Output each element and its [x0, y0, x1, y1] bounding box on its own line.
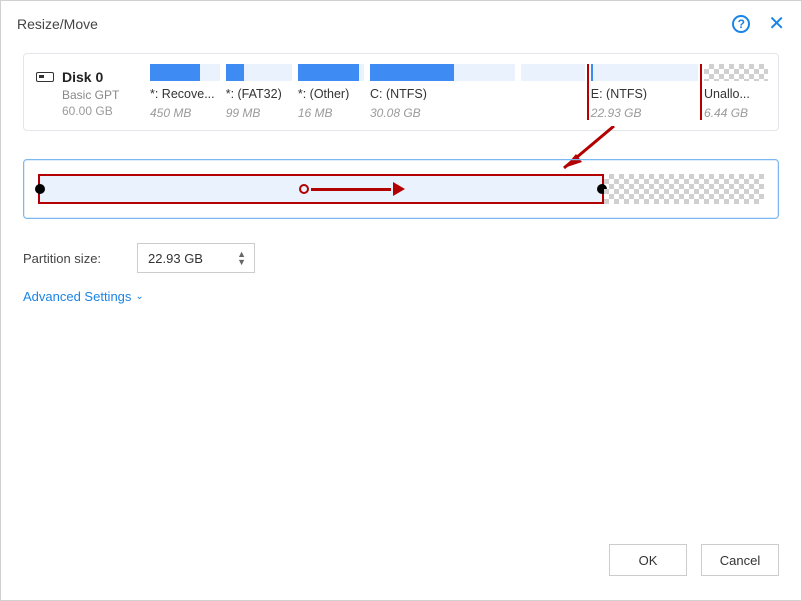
advanced-settings-toggle[interactable]: Advanced Settings ⌄: [23, 289, 779, 304]
partition-recovery[interactable]: *: Recove... 450 MB: [150, 64, 220, 120]
partition-size: 22.93 GB: [591, 106, 698, 120]
partition-size: 16 MB: [298, 106, 364, 120]
partition-gap: . .: [521, 64, 585, 120]
cancel-button[interactable]: Cancel: [701, 544, 779, 576]
annotation-extend-arrow-icon: [299, 182, 405, 196]
resize-slider-area: [23, 159, 779, 219]
partition-label: C: (NTFS): [370, 87, 515, 100]
resize-handle-left[interactable]: [35, 184, 45, 194]
close-icon[interactable]: ✕: [768, 14, 785, 34]
partition-label: Unallo...: [704, 87, 768, 100]
resize-selected-region[interactable]: [38, 174, 604, 204]
help-icon[interactable]: ?: [732, 15, 750, 33]
partition-label: *: (Other): [298, 87, 364, 100]
disk-type: Basic GPT: [62, 87, 119, 103]
partition-label: E: (NTFS): [591, 87, 698, 100]
disk-text: Disk 0 Basic GPT 60.00 GB: [62, 68, 119, 119]
stepper-down-icon[interactable]: ▼: [235, 258, 248, 266]
partition-label: *: (FAT32): [226, 87, 292, 100]
disk-total-size: 60.00 GB: [62, 103, 119, 119]
content-area: Disk 0 Basic GPT 60.00 GB *: Recove... 4…: [1, 47, 801, 538]
partition-unallocated[interactable]: Unallo... 6.44 GB: [704, 64, 768, 120]
partition-other[interactable]: *: (Other) 16 MB: [298, 64, 364, 120]
disk-icon: [36, 72, 54, 82]
disk-name: Disk 0: [62, 68, 119, 87]
resize-track[interactable]: [38, 174, 764, 204]
dialog-title: Resize/Move: [17, 16, 98, 32]
disk-info: Disk 0 Basic GPT 60.00 GB: [34, 64, 144, 120]
titlebar: Resize/Move ? ✕: [1, 1, 801, 47]
partition-size-stepper[interactable]: ▲ ▼: [137, 243, 255, 273]
ok-button[interactable]: OK: [609, 544, 687, 576]
chevron-down-icon: ⌄: [135, 291, 143, 302]
stepper-buttons: ▲ ▼: [235, 250, 248, 267]
resize-move-dialog: Resize/Move ? ✕ Disk 0 Basic GPT 60.00 G…: [0, 0, 802, 601]
partition-size: 99 MB: [226, 106, 292, 120]
partition-list: *: Recove... 450 MB *: (FAT32) 99 MB *: …: [150, 64, 768, 120]
partition-fat32[interactable]: *: (FAT32) 99 MB: [226, 64, 292, 120]
dialog-footer: OK Cancel: [1, 538, 801, 600]
partition-size: 450 MB: [150, 106, 220, 120]
partition-size-label: Partition size:: [23, 251, 101, 266]
partition-e-selected[interactable]: E: (NTFS) 22.93 GB: [591, 64, 698, 120]
partition-label: *: Recove...: [150, 87, 220, 100]
partition-size: 30.08 GB: [370, 106, 515, 120]
resize-unallocated-region: [604, 174, 764, 204]
titlebar-actions: ? ✕: [732, 14, 785, 34]
partition-size: 6.44 GB: [704, 106, 768, 120]
partition-size-row: Partition size: ▲ ▼: [23, 243, 779, 273]
partition-size-input[interactable]: [148, 251, 220, 266]
partition-c[interactable]: C: (NTFS) 30.08 GB: [370, 64, 515, 120]
advanced-settings-label: Advanced Settings: [23, 289, 131, 304]
disk-layout-strip: Disk 0 Basic GPT 60.00 GB *: Recove... 4…: [23, 53, 779, 131]
